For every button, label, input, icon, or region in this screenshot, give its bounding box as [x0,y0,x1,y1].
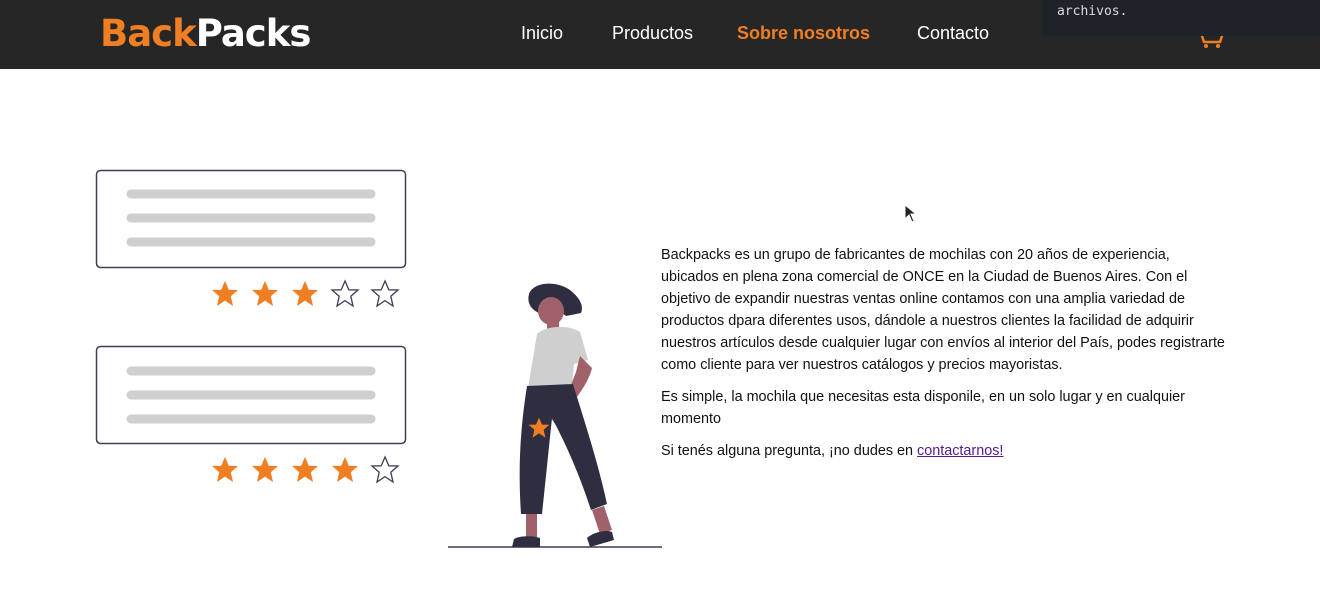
star-icon [371,456,399,483]
brand-part-packs: Packs [195,12,312,55]
about-paragraph-3: Si tenés alguna pregunta, ¡no dudes en c… [661,440,1231,462]
about-section: Backpacks es un grupo de fabricantes de … [661,244,1231,472]
star-icon [292,457,318,482]
star-icon [252,281,278,306]
review-rating-1 [212,280,399,307]
star-icon [292,281,318,306]
tooltip-popup: archivos. [1042,0,1320,36]
cursor-icon [904,204,916,223]
brand-part-back: Back [100,12,197,55]
review-card-1 [95,169,407,269]
person-figure [448,283,662,548]
contact-link[interactable]: contactarnos! [917,443,1003,459]
star-icon [332,457,358,482]
star-icon [371,280,399,307]
contact-prompt-text: Si tenés alguna pregunta, ¡no dudes en [661,443,918,459]
nav-link-inicio[interactable]: Inicio [521,22,563,44]
navbar: BackPacks Inicio Productos Sobre nosotro… [0,0,1320,69]
reviews-illustration [95,169,662,548]
brand-logo[interactable]: BackPacks [100,11,312,57]
nav-link-sobre-nosotros[interactable]: Sobre nosotros [737,22,870,44]
about-paragraph-2: Es simple, la mochila que necesitas esta… [661,389,1185,427]
star-icon [212,457,238,482]
nav-link-productos[interactable]: Productos [612,22,693,44]
review-card-2 [95,345,407,445]
star-icon [252,457,278,482]
review-rating-2 [212,456,399,483]
nav-link-contacto[interactable]: Contacto [917,22,989,44]
about-paragraph-1: Backpacks es un grupo de fabricantes de … [661,247,1225,373]
star-icon [331,280,359,307]
star-icon [212,281,238,306]
